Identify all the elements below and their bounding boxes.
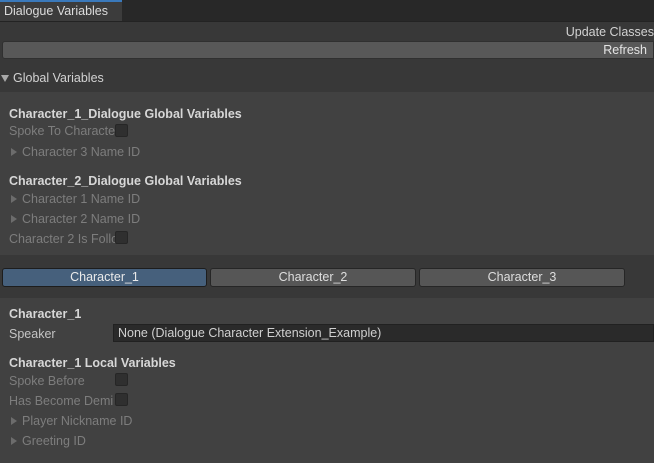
- ref-label: Character 2 Name ID: [22, 212, 141, 226]
- local-variables-header: Character_1 Local Variables: [9, 356, 176, 370]
- ref-label: Character 3 Name ID: [22, 145, 141, 159]
- collapsed-arrow-icon: [11, 417, 17, 425]
- bool-label-spoke-to-character: Spoke To Characte: [9, 124, 116, 138]
- character-2-is-following-checkbox[interactable]: [115, 231, 128, 244]
- ref-field-character-1-name-id[interactable]: Character 1 Name ID: [11, 192, 140, 206]
- collapsed-arrow-icon: [11, 195, 17, 203]
- bool-label-character-2-is-following: Character 2 Is Follo: [9, 232, 119, 246]
- section-header-character-2-globals: Character_2_Dialogue Global Variables: [9, 174, 242, 188]
- spoke-to-character-checkbox[interactable]: [115, 124, 128, 137]
- character-3-tab-button[interactable]: Character_3: [419, 268, 625, 287]
- speaker-label: Speaker: [9, 327, 56, 341]
- ref-field-greeting-id[interactable]: Greeting ID: [11, 434, 86, 448]
- ref-field-character-2-name-id[interactable]: Character 2 Name ID: [11, 212, 140, 226]
- character-2-tab-button[interactable]: Character_2: [210, 268, 416, 287]
- section-header-character-1-globals: Character_1_Dialogue Global Variables: [9, 107, 242, 121]
- bool-label-has-become-demi: Has Become Demi: [9, 394, 114, 408]
- ref-field-character-3-name-id[interactable]: Character 3 Name ID: [11, 145, 140, 159]
- refresh-button[interactable]: Refresh: [2, 41, 654, 59]
- collapsed-arrow-icon: [11, 215, 17, 223]
- ref-label: Character 1 Name ID: [22, 192, 141, 206]
- character-panel: [0, 298, 654, 463]
- ref-field-player-nickname-id[interactable]: Player Nickname ID: [11, 414, 132, 428]
- spoke-before-checkbox[interactable]: [115, 373, 128, 386]
- speaker-object-field[interactable]: None (Dialogue Character Extension_Examp…: [113, 324, 654, 342]
- update-classes-label: Update Classes: [565, 25, 654, 39]
- tab-dialogue-variables[interactable]: Dialogue Variables: [0, 0, 122, 21]
- collapsed-arrow-icon: [11, 437, 17, 445]
- global-variables-label: Global Variables: [13, 71, 104, 85]
- has-become-demi-checkbox[interactable]: [115, 393, 128, 406]
- character-1-tab-button[interactable]: Character_1: [2, 268, 207, 287]
- global-variables-foldout[interactable]: Global Variables: [0, 69, 104, 87]
- collapsed-arrow-icon: [11, 148, 17, 156]
- character-panel-title: Character_1: [9, 307, 82, 321]
- foldout-expanded-icon: [1, 75, 9, 83]
- bool-label-spoke-before: Spoke Before: [9, 374, 85, 388]
- ref-label: Greeting ID: [22, 434, 86, 448]
- ref-label: Player Nickname ID: [22, 414, 133, 428]
